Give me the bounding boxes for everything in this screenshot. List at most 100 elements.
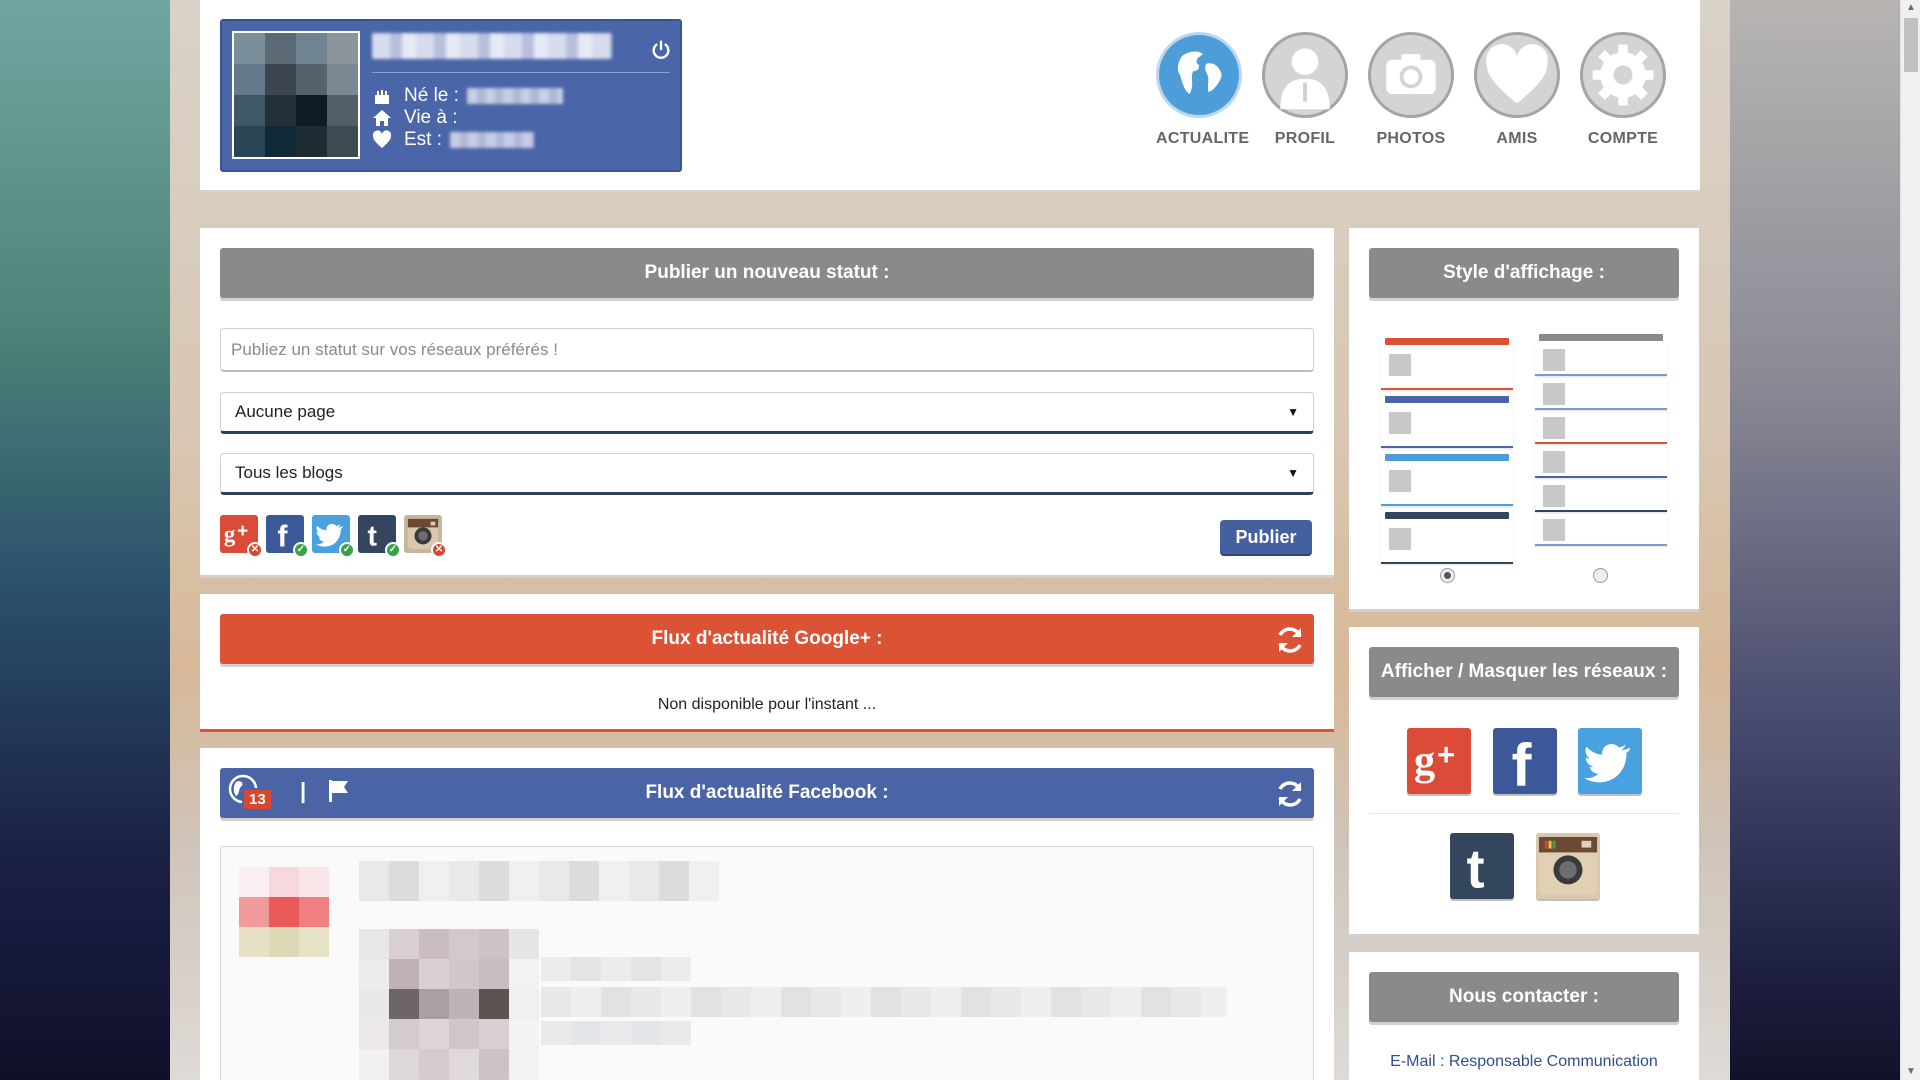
facebook-feed-title: Flux d'actualité Facebook : [645,782,889,803]
disabled-x-icon: ✕ [431,542,447,558]
networks-divider [1369,813,1679,814]
svg-text:t: t [1467,839,1485,897]
show-tumblr-button[interactable]: t [1450,833,1514,899]
birthdate-line: Né le : [372,85,563,107]
status-input[interactable] [220,328,1314,372]
avatar[interactable] [232,31,360,159]
power-icon[interactable] [650,39,672,61]
vertical-scrollbar[interactable]: ▲ ▼ [1900,0,1920,1080]
nav-profil-label: PROFIL [1274,130,1336,147]
scroll-up-icon[interactable]: ▲ [1901,0,1920,16]
toggle-instagram[interactable]: ✕ [404,515,447,558]
nav-profil[interactable]: PROFIL [1262,32,1348,148]
header-separator: | [300,778,307,803]
svg-text:+: + [237,521,248,542]
facebook-feed-header: 13 | Flux d'actualité Facebook : [220,768,1314,818]
enabled-check-icon: ✓ [385,542,401,558]
display-style-panel: Style d'affichage : [1349,228,1699,612]
svg-text:g: g [1414,738,1435,785]
nav-compte-label: COMPTE [1587,130,1659,147]
svg-text:f: f [277,520,288,552]
birthdate-value-blurred [466,88,563,104]
style-row [1381,392,1513,448]
blog-select[interactable]: Tous les blogs ▼ [220,453,1314,495]
page-container: Né le : Vie à : Est : ACTUALITE PROFIL P… [170,0,1730,1080]
toggle-twitter[interactable]: ✓ [312,515,355,558]
nav-compte[interactable]: COMPTE [1580,32,1666,148]
background-left [0,0,170,1080]
style-row [1535,514,1667,546]
flag-icon[interactable] [326,778,352,804]
nav-photos[interactable]: PHOTOS [1368,32,1454,148]
style-radio-compact[interactable] [1593,568,1608,583]
relationship-label: Est : [404,129,443,150]
networks-title: Afficher / Masquer les réseaux : [1369,647,1679,697]
style-row [1535,446,1667,478]
caret-down-icon: ▼ [1287,405,1299,419]
scroll-down-icon[interactable]: ▼ [1901,1064,1920,1080]
facebook-post[interactable] [220,846,1314,1080]
heart-icon [1474,32,1560,118]
post-text-blurred [541,1021,691,1045]
style-row [1535,480,1667,512]
heart-small-icon [372,130,392,148]
gplus-feed-message: Non disponible pour l'instant ... [657,696,877,713]
enabled-check-icon: ✓ [293,542,309,558]
post-text-blurred [541,987,1227,1017]
style-row [1381,334,1513,390]
cake-icon [375,90,389,104]
svg-text:f: f [1511,732,1532,792]
show-twitter-button[interactable] [1578,728,1642,794]
home-icon [373,110,391,126]
publish-panel: Publier un nouveau statut : Aucune page … [200,228,1334,578]
refresh-icon[interactable] [1274,778,1306,810]
facebook-feed-panel: 13 | Flux d'actualité Facebook : [200,748,1334,1080]
style-option-colored[interactable] [1381,334,1513,566]
toggle-google-plus[interactable]: g + ✕ [220,515,263,558]
show-instagram-button[interactable] [1536,833,1600,899]
nav-amis-label: AMIS [1496,130,1538,147]
toggle-facebook[interactable]: f ✓ [266,515,309,558]
user-icon [1262,32,1348,118]
style-option-compact[interactable] [1535,334,1667,548]
gplus-feed-title: Flux d'actualité Google+ : [651,628,883,649]
svg-text:t: t [368,520,378,552]
background-right [1700,0,1900,1080]
show-google-plus-button[interactable]: g + [1407,728,1471,794]
location-label: Vie à : [404,107,458,128]
post-text-blurred [541,957,691,981]
user-name-blurred [372,33,612,59]
publish-button[interactable]: Publier [1220,520,1312,554]
relationship-value-blurred [450,132,535,148]
profile-card: Né le : Vie à : Est : [220,19,682,172]
card-divider [372,72,670,73]
globe-icon [1156,32,1242,118]
nav-actualite-label: ACTUALITE [1156,130,1250,147]
svg-text:g: g [224,522,236,547]
style-row [1535,344,1667,376]
refresh-icon[interactable] [1274,624,1306,656]
contact-title: Nous contacter : [1369,972,1679,1022]
page-select[interactable]: Aucune page ▼ [220,392,1314,434]
show-facebook-button[interactable]: f [1493,728,1557,794]
toggle-tumblr[interactable]: t ✓ [358,515,401,558]
nav-amis[interactable]: AMIS [1474,32,1560,148]
gplus-feed-header: Flux d'actualité Google+ : [220,614,1314,664]
publish-title: Publier un nouveau statut : [220,248,1314,298]
gplus-feed-panel: Flux d'actualité Google+ : Non disponibl… [200,594,1334,732]
nav-photos-label: PHOTOS [1376,130,1446,147]
post-content-blurred [359,929,539,1080]
nav-actualite[interactable]: ACTUALITE [1156,32,1250,148]
notification-count-badge: 13 [242,788,273,811]
contact-email-link[interactable]: E-Mail : Responsable Communication [1349,1053,1699,1071]
style-row [1535,378,1667,410]
facebook-icon: f [1511,732,1532,792]
birthdate-label: Né le : [404,85,459,106]
style-row [1381,508,1513,564]
style-radio-colored[interactable] [1440,568,1455,583]
header: Né le : Vie à : Est : ACTUALITE PROFIL P… [200,0,1700,192]
scroll-thumb[interactable] [1904,18,1918,72]
caret-down-icon: ▼ [1287,466,1299,480]
post-avatar-blurred [239,867,329,957]
networks-visibility-panel: Afficher / Masquer les réseaux : g + f t [1349,627,1699,937]
